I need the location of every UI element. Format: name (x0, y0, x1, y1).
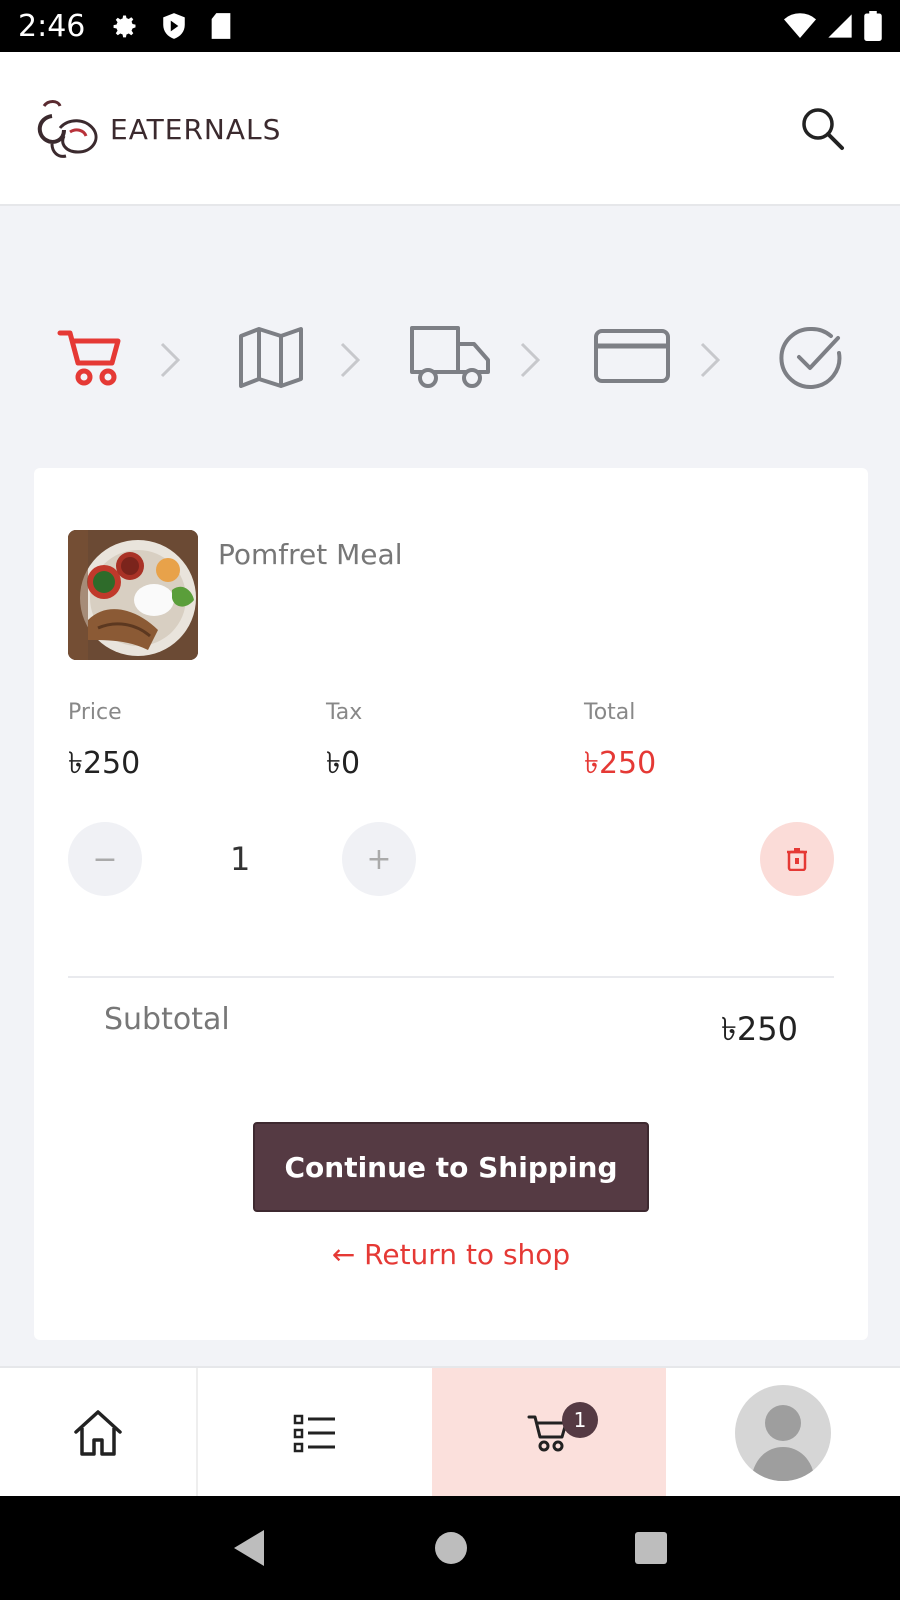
logo-text: EATERNALS (110, 112, 282, 146)
delete-item-button[interactable] (760, 822, 834, 896)
product-image[interactable] (68, 530, 198, 660)
checkout-stepper (0, 318, 900, 398)
step-cart[interactable] (54, 324, 126, 390)
cart-card: Pomfret Meal Price ৳250 Tax ৳0 Total ৳25… (34, 468, 868, 1340)
chevron-right-icon (700, 342, 721, 378)
trash-icon (787, 848, 807, 871)
app-header: EATERNALS (0, 52, 900, 206)
recents-icon[interactable] (634, 1531, 668, 1565)
tax-block: Tax ৳0 (326, 700, 362, 790)
continue-to-shipping-button[interactable]: Continue to Shipping (253, 1122, 649, 1212)
tax-value: ৳0 (326, 746, 361, 781)
avatar-icon (751, 1405, 815, 1481)
logo-mark-icon (37, 100, 98, 158)
status-right-icons (784, 11, 882, 41)
list-icon (293, 1414, 335, 1453)
price-block: Price ৳250 (68, 700, 140, 790)
search-button[interactable] (794, 100, 850, 156)
avatar[interactable] (735, 1385, 831, 1481)
price-label: Price (68, 700, 122, 725)
divider (68, 976, 834, 978)
gear-icon (113, 15, 136, 38)
product-name[interactable]: Pomfret Meal (218, 538, 402, 571)
sd-card-icon (212, 13, 231, 39)
nav-categories[interactable] (198, 1368, 432, 1498)
cell-signal-icon (828, 14, 852, 38)
cart-count-badge: 1 (562, 1402, 598, 1438)
total-label: Total (584, 700, 636, 725)
increment-button[interactable]: + (342, 822, 416, 896)
back-icon[interactable] (232, 1528, 268, 1568)
total-value: ৳250 (584, 746, 657, 781)
step-shipping[interactable] (408, 322, 492, 392)
chevron-right-icon (340, 342, 361, 378)
step-confirm[interactable] (776, 322, 848, 394)
credit-card-icon (594, 329, 670, 383)
minus-icon: − (92, 841, 118, 877)
chevron-right-icon (520, 342, 541, 378)
check-circle-icon (779, 326, 842, 389)
return-to-shop-link[interactable]: ← Return to shop (34, 1238, 868, 1271)
cart-icon (57, 330, 121, 386)
step-payment[interactable] (592, 326, 672, 386)
quantity-value: 1 (230, 840, 251, 878)
status-left-icons (111, 12, 233, 40)
map-icon (239, 327, 303, 388)
nav-home[interactable] (0, 1368, 198, 1498)
meal-photo-icon (68, 530, 198, 660)
plus-icon: + (366, 841, 392, 877)
system-nav-bar (0, 1496, 900, 1600)
total-block: Total ৳250 (584, 700, 656, 790)
home-icon (74, 1410, 122, 1456)
bottom-nav: 1 (0, 1366, 900, 1498)
tax-label: Tax (326, 700, 363, 725)
battery-icon (864, 11, 882, 41)
decrement-button[interactable]: − (68, 822, 142, 896)
status-time: 2:46 (18, 8, 86, 44)
wifi-icon (784, 13, 816, 38)
step-address[interactable] (236, 324, 306, 390)
search-icon (802, 108, 844, 150)
logo[interactable]: EATERNALS (30, 94, 281, 164)
price-value: ৳250 (68, 746, 141, 781)
play-shield-icon (163, 13, 186, 39)
home-circle-icon[interactable] (433, 1530, 469, 1566)
subtotal-value: ৳250 (720, 1010, 798, 1048)
nav-profile[interactable] (666, 1368, 900, 1498)
status-bar: 2:46 (0, 0, 900, 52)
subtotal-label: Subtotal (104, 1002, 230, 1037)
chevron-right-icon (160, 342, 181, 378)
nav-cart[interactable]: 1 (432, 1368, 666, 1498)
truck-icon (410, 326, 490, 388)
